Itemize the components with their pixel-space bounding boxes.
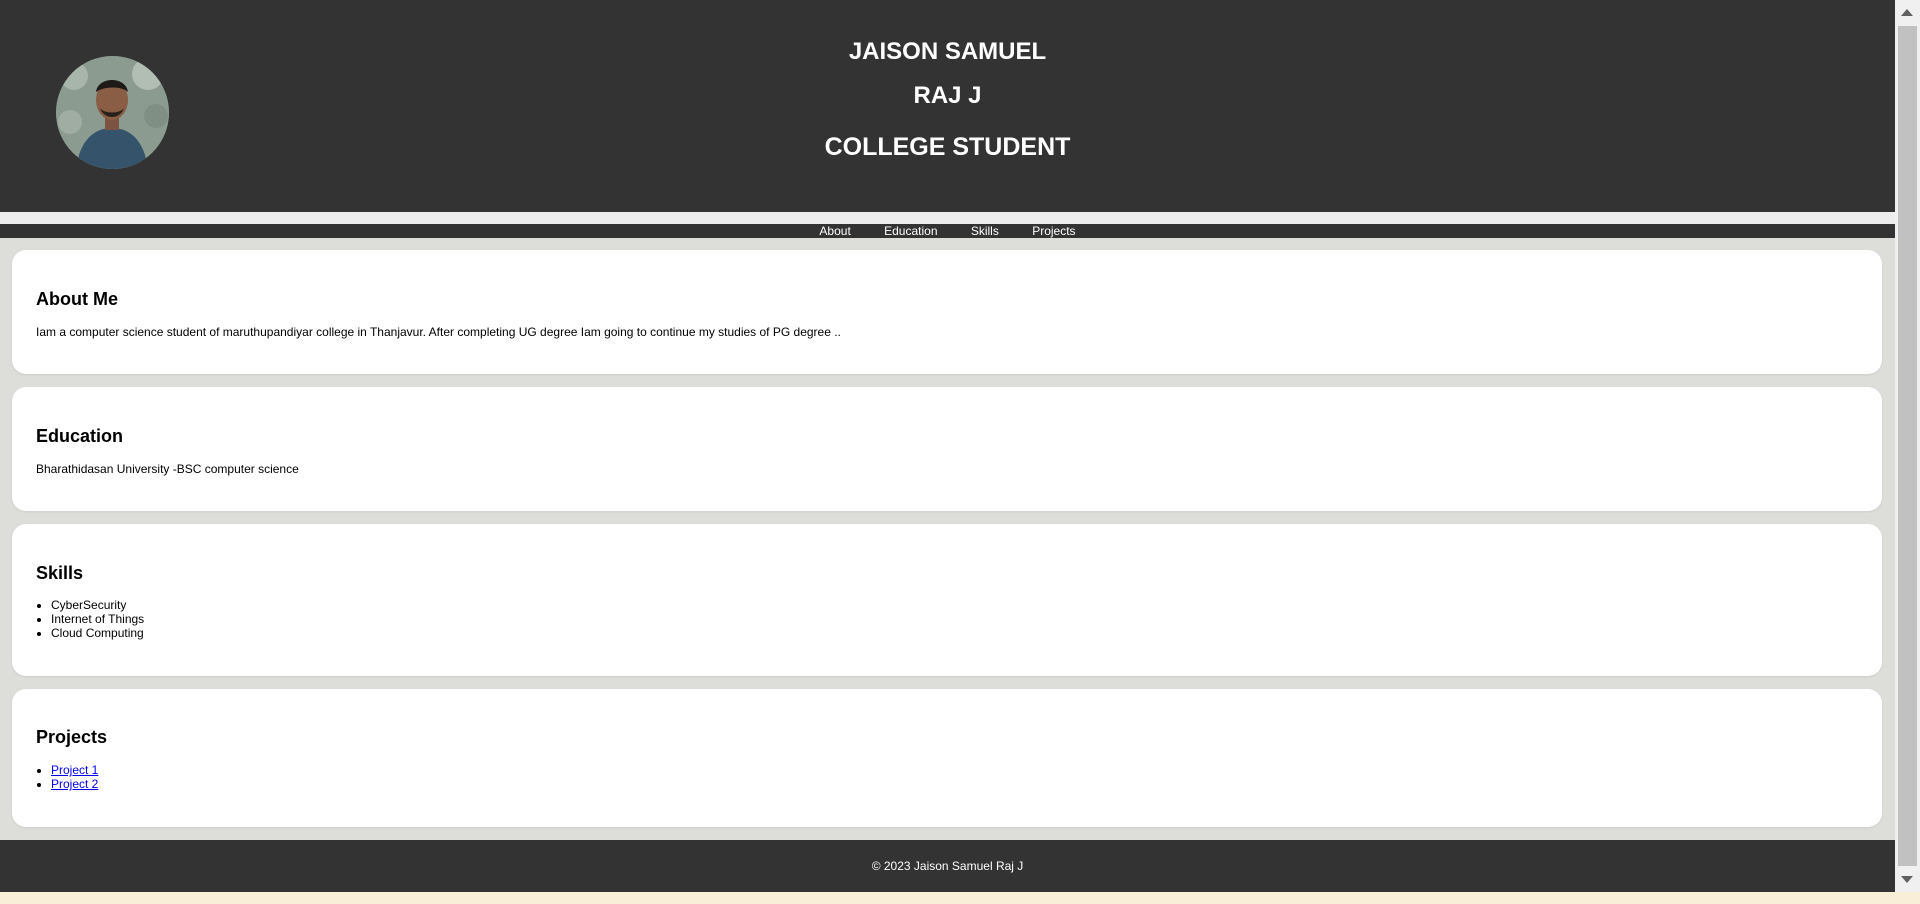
project-link-2[interactable]: Project 2 [51,777,98,791]
scroll-thumb[interactable] [1898,26,1917,866]
role-title: COLLEGE STUDENT [824,133,1071,161]
scroll-up-arrow-icon[interactable] [1901,9,1913,16]
page: JAISON SAMUEL RAJ J COLLEGE STUDENT Abou… [0,0,1895,892]
education-heading: Education [36,426,124,446]
project-link-1[interactable]: Project 1 [51,763,98,777]
nav-link-projects[interactable]: Projects [1032,224,1075,238]
about-section: About Me Iam a computer science student … [12,250,1882,374]
nav-link-skills[interactable]: Skills [971,224,999,238]
skills-list: CyberSecurity Internet of Things Cloud C… [36,598,144,640]
education-text: Bharathidasan University -BSC computer s… [36,462,299,476]
projects-list: Project 1 Project 2 [36,763,98,791]
copyright-text: © 2023 Jaison Samuel Raj J [871,859,1024,873]
projects-section: Projects Project 1 Project 2 [12,689,1882,827]
page-footer: © 2023 Jaison Samuel Raj J [0,840,1895,892]
scroll-down-arrow-icon[interactable] [1901,876,1913,883]
about-text: Iam a computer science student of maruth… [36,325,841,339]
profile-header: JAISON SAMUEL RAJ J COLLEGE STUDENT [0,0,1895,212]
about-heading: About Me [36,289,118,309]
projects-heading: Projects [36,727,108,747]
name-first-line: JAISON SAMUEL [848,38,1047,65]
skills-section: Skills CyberSecurity Internet of Things … [12,524,1882,676]
name-second-line: RAJ J [913,82,982,109]
bottom-strip [0,892,1920,904]
nav-link-education[interactable]: Education [884,224,937,238]
header-spacer [0,212,1895,224]
nav-link-about[interactable]: About [819,224,850,238]
vertical-scrollbar[interactable] [1895,0,1920,892]
project-item: Project 2 [51,777,98,791]
navigation-bar: About Education Skills Projects [0,224,1895,238]
skill-item: Internet of Things [51,612,144,626]
project-item: Project 1 [51,763,98,777]
education-section: Education Bharathidasan University -BSC … [12,387,1882,511]
skill-item: Cloud Computing [51,626,144,640]
skill-item: CyberSecurity [51,598,144,612]
skills-heading: Skills [36,563,84,583]
